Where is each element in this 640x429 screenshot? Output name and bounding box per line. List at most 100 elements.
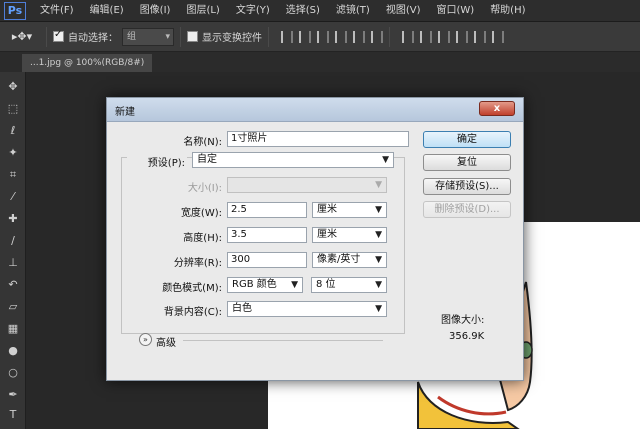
menu-image[interactable]: 图像(I) [132,0,179,22]
background-label: 背景内容(C): [163,307,222,318]
chevron-down-icon: ▼ [382,155,389,165]
new-document-dialog: 新建 x 名称(N): 1寸照片 预设(P): 自定 ▼ 大小(I): ▼ 宽度… [106,97,524,381]
cartoon-collar-trim [437,395,507,416]
height-unit-dropdown[interactable]: 厘米 ▼ [312,227,387,243]
background-dropdown[interactable]: 白色 ▼ [227,301,387,317]
show-transform-checkbox[interactable] [187,31,198,42]
delete-preset-button: 删除预设(D)... [423,201,511,218]
width-label: 宽度(W): [180,208,222,219]
menu-filter[interactable]: 滤镜(T) [328,0,378,22]
brush-tool-icon[interactable]: ∕ [6,234,20,248]
move-tool-preset-icon[interactable]: ▸✥▾ [4,26,40,48]
eyedropper-tool-icon[interactable]: ⁄ [6,190,20,204]
preset-label: 预设(P): [127,154,187,169]
menu-help[interactable]: 帮助(H) [482,0,533,22]
distribute-hcenter-icon[interactable] [474,30,486,43]
chevron-down-icon: ▼ [375,304,382,314]
healing-brush-tool-icon[interactable]: ✚ [6,212,20,226]
align-bottom-icon[interactable] [317,30,329,43]
resolution-label: 分辨率(R): [173,258,222,269]
align-vcenter-icon[interactable] [299,30,311,43]
resolution-unit-dropdown[interactable]: 像素/英寸 ▼ [312,252,387,268]
width-input[interactable]: 2.5 [227,202,307,218]
dialog-titlebar: 新建 x [107,98,523,122]
expand-advanced-icon[interactable]: » [139,333,152,346]
chevron-down-icon: ▼ [375,255,382,265]
width-unit-dropdown[interactable]: 厘米 ▼ [312,202,387,218]
menu-bar: Ps 文件(F) 编辑(E) 图像(I) 图层(L) 文字(Y) 选择(S) 滤… [0,0,640,22]
advanced-divider [183,340,383,341]
close-icon[interactable]: x [479,101,515,116]
name-input[interactable]: 1寸照片 [227,131,409,147]
chevron-down-icon: ▼ [375,230,382,240]
menu-select[interactable]: 选择(S) [278,0,328,22]
gradient-tool-icon[interactable]: ▦ [6,322,20,336]
menu-file[interactable]: 文件(F) [32,0,82,22]
distribute-right-icon[interactable] [492,30,504,43]
distribute-top-icon[interactable] [402,30,414,43]
options-separator [268,26,269,47]
move-tool-icon[interactable]: ✥ [6,80,20,94]
bit-depth-value: 8 位 [316,279,336,290]
distribute-left-icon[interactable] [456,30,468,43]
preset-group-border [404,157,405,334]
lasso-tool-icon[interactable]: ℓ [6,124,20,138]
menu-layer[interactable]: 图层(L) [178,0,227,22]
preset-value: 自定 [197,154,217,165]
auto-select-checkbox[interactable] [53,29,64,42]
align-right-icon[interactable] [371,30,383,43]
distribute-buttons [402,30,504,43]
eraser-tool-icon[interactable]: ▱ [6,300,20,314]
menu-window[interactable]: 窗口(W) [428,0,482,22]
image-size-value: 356.9K [449,331,485,342]
history-brush-tool-icon[interactable]: ↶ [6,278,20,292]
show-transform-label: 显示变换控件 [202,33,262,44]
preset-group-border [121,157,122,333]
height-input[interactable]: 3.5 [227,227,307,243]
resolution-input[interactable]: 300 [227,252,307,268]
chevron-down-icon: ▼ [375,280,382,290]
auto-select-target-dropdown[interactable]: 组 [122,27,174,46]
align-left-icon[interactable] [335,30,347,43]
options-separator [46,26,47,47]
marquee-tool-icon[interactable]: ⬚ [6,102,20,116]
align-buttons [281,30,383,43]
crop-tool-icon[interactable]: ⌗ [6,168,20,182]
align-top-icon[interactable] [281,30,293,43]
background-value: 白色 [232,303,252,314]
document-tab[interactable]: ...1.jpg @ 100%(RGB/8#) [22,54,153,72]
ok-button[interactable]: 确定 [423,131,511,148]
clone-stamp-tool-icon[interactable]: ⊥ [6,256,20,270]
bit-depth-dropdown[interactable]: 8 位 ▼ [311,277,387,293]
distribute-bottom-icon[interactable] [438,30,450,43]
options-separator [180,26,181,47]
chevron-down-icon: ▼ [375,180,382,190]
name-label: 名称(N): [183,137,222,148]
menu-type[interactable]: 文字(Y) [228,0,278,22]
magic-wand-tool-icon[interactable]: ✦ [6,146,20,160]
dialog-title: 新建 [115,107,135,118]
color-mode-value: RGB 颜色 [232,279,277,290]
menu-edit[interactable]: 编辑(E) [82,0,132,22]
pen-tool-icon[interactable]: ✒ [6,388,20,402]
document-tab-bar: ...1.jpg @ 100%(RGB/8#) [0,52,640,72]
distribute-vcenter-icon[interactable] [420,30,432,43]
preset-dropdown[interactable]: 自定 ▼ [192,152,394,168]
color-mode-label: 颜色模式(M): [162,283,222,294]
width-unit-value: 厘米 [317,204,337,215]
options-bar: ▸✥▾ 自动选择： 组 显示变换控件 [0,22,640,52]
type-tool-icon[interactable]: T [6,408,20,422]
advanced-label[interactable]: 高级 [156,334,176,349]
size-dropdown: ▼ [227,177,387,193]
reset-button[interactable]: 复位 [423,154,511,171]
color-mode-dropdown[interactable]: RGB 颜色 ▼ [227,277,303,293]
align-hcenter-icon[interactable] [353,30,365,43]
dodge-tool-icon[interactable]: ○ [6,366,20,380]
chevron-down-icon: ▼ [291,280,298,290]
save-preset-button[interactable]: 存储预设(S)... [423,178,511,195]
menu-view[interactable]: 视图(V) [378,0,429,22]
blur-tool-icon[interactable]: ● [6,344,20,358]
auto-select-label: 自动选择： [68,33,118,44]
resolution-unit-value: 像素/英寸 [317,254,361,265]
chevron-down-icon: ▼ [375,205,382,215]
